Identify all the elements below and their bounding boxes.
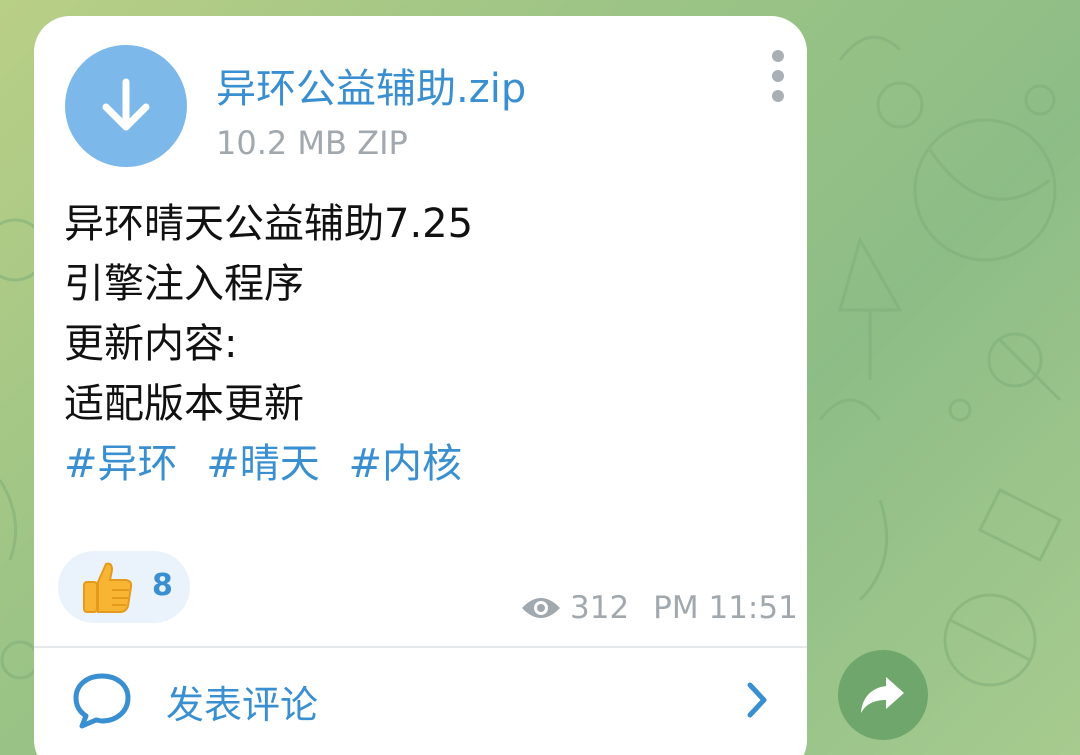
comment-bubble-icon: [73, 673, 131, 729]
thumbs-up-icon: [83, 562, 133, 613]
view-count: 312: [570, 590, 630, 626]
message-text: 异环晴天公益辅助7.25 引擎注入程序 更新内容: 适配版本更新 #异环 #晴天…: [64, 194, 784, 494]
leave-comment-label: 发表评论: [166, 683, 319, 727]
file-size-label: 10.2 MB ZIP: [216, 124, 408, 162]
hashtag-link[interactable]: #晴天: [206, 441, 320, 487]
message-time: PM 11:51: [653, 590, 798, 626]
forward-button[interactable]: [838, 650, 928, 740]
menu-dot-icon: [772, 50, 784, 62]
views-eye-icon: [522, 598, 560, 618]
message-line: 引擎注入程序: [64, 261, 304, 307]
reaction-count: 8: [152, 568, 173, 603]
hashtag-list: #异环 #晴天 #内核: [64, 434, 784, 494]
reaction-chip[interactable]: 8: [58, 551, 190, 623]
message-line: 异环晴天公益辅助7.25: [64, 201, 474, 247]
hashtag-link[interactable]: #内核: [348, 441, 462, 487]
chevron-right-icon: [747, 682, 767, 718]
download-button[interactable]: [65, 45, 187, 167]
more-options-button[interactable]: [768, 50, 788, 102]
download-icon: [102, 78, 150, 131]
message-line: 更新内容:: [64, 321, 238, 367]
file-message-bubble: 异环公益辅助.zip 10.2 MB ZIP 异环晴天公益辅助7.25 引擎注入…: [34, 16, 807, 755]
menu-dot-icon: [772, 90, 784, 102]
file-name[interactable]: 异环公益辅助.zip: [216, 56, 526, 114]
menu-dot-icon: [772, 70, 784, 82]
message-line: 适配版本更新: [64, 381, 304, 427]
forward-arrow-icon: [861, 677, 904, 713]
hashtag-link[interactable]: #异环: [64, 441, 178, 487]
leave-comment-button[interactable]: 发表评论: [34, 648, 807, 748]
message-meta: 312 PM 11:51: [520, 586, 798, 630]
